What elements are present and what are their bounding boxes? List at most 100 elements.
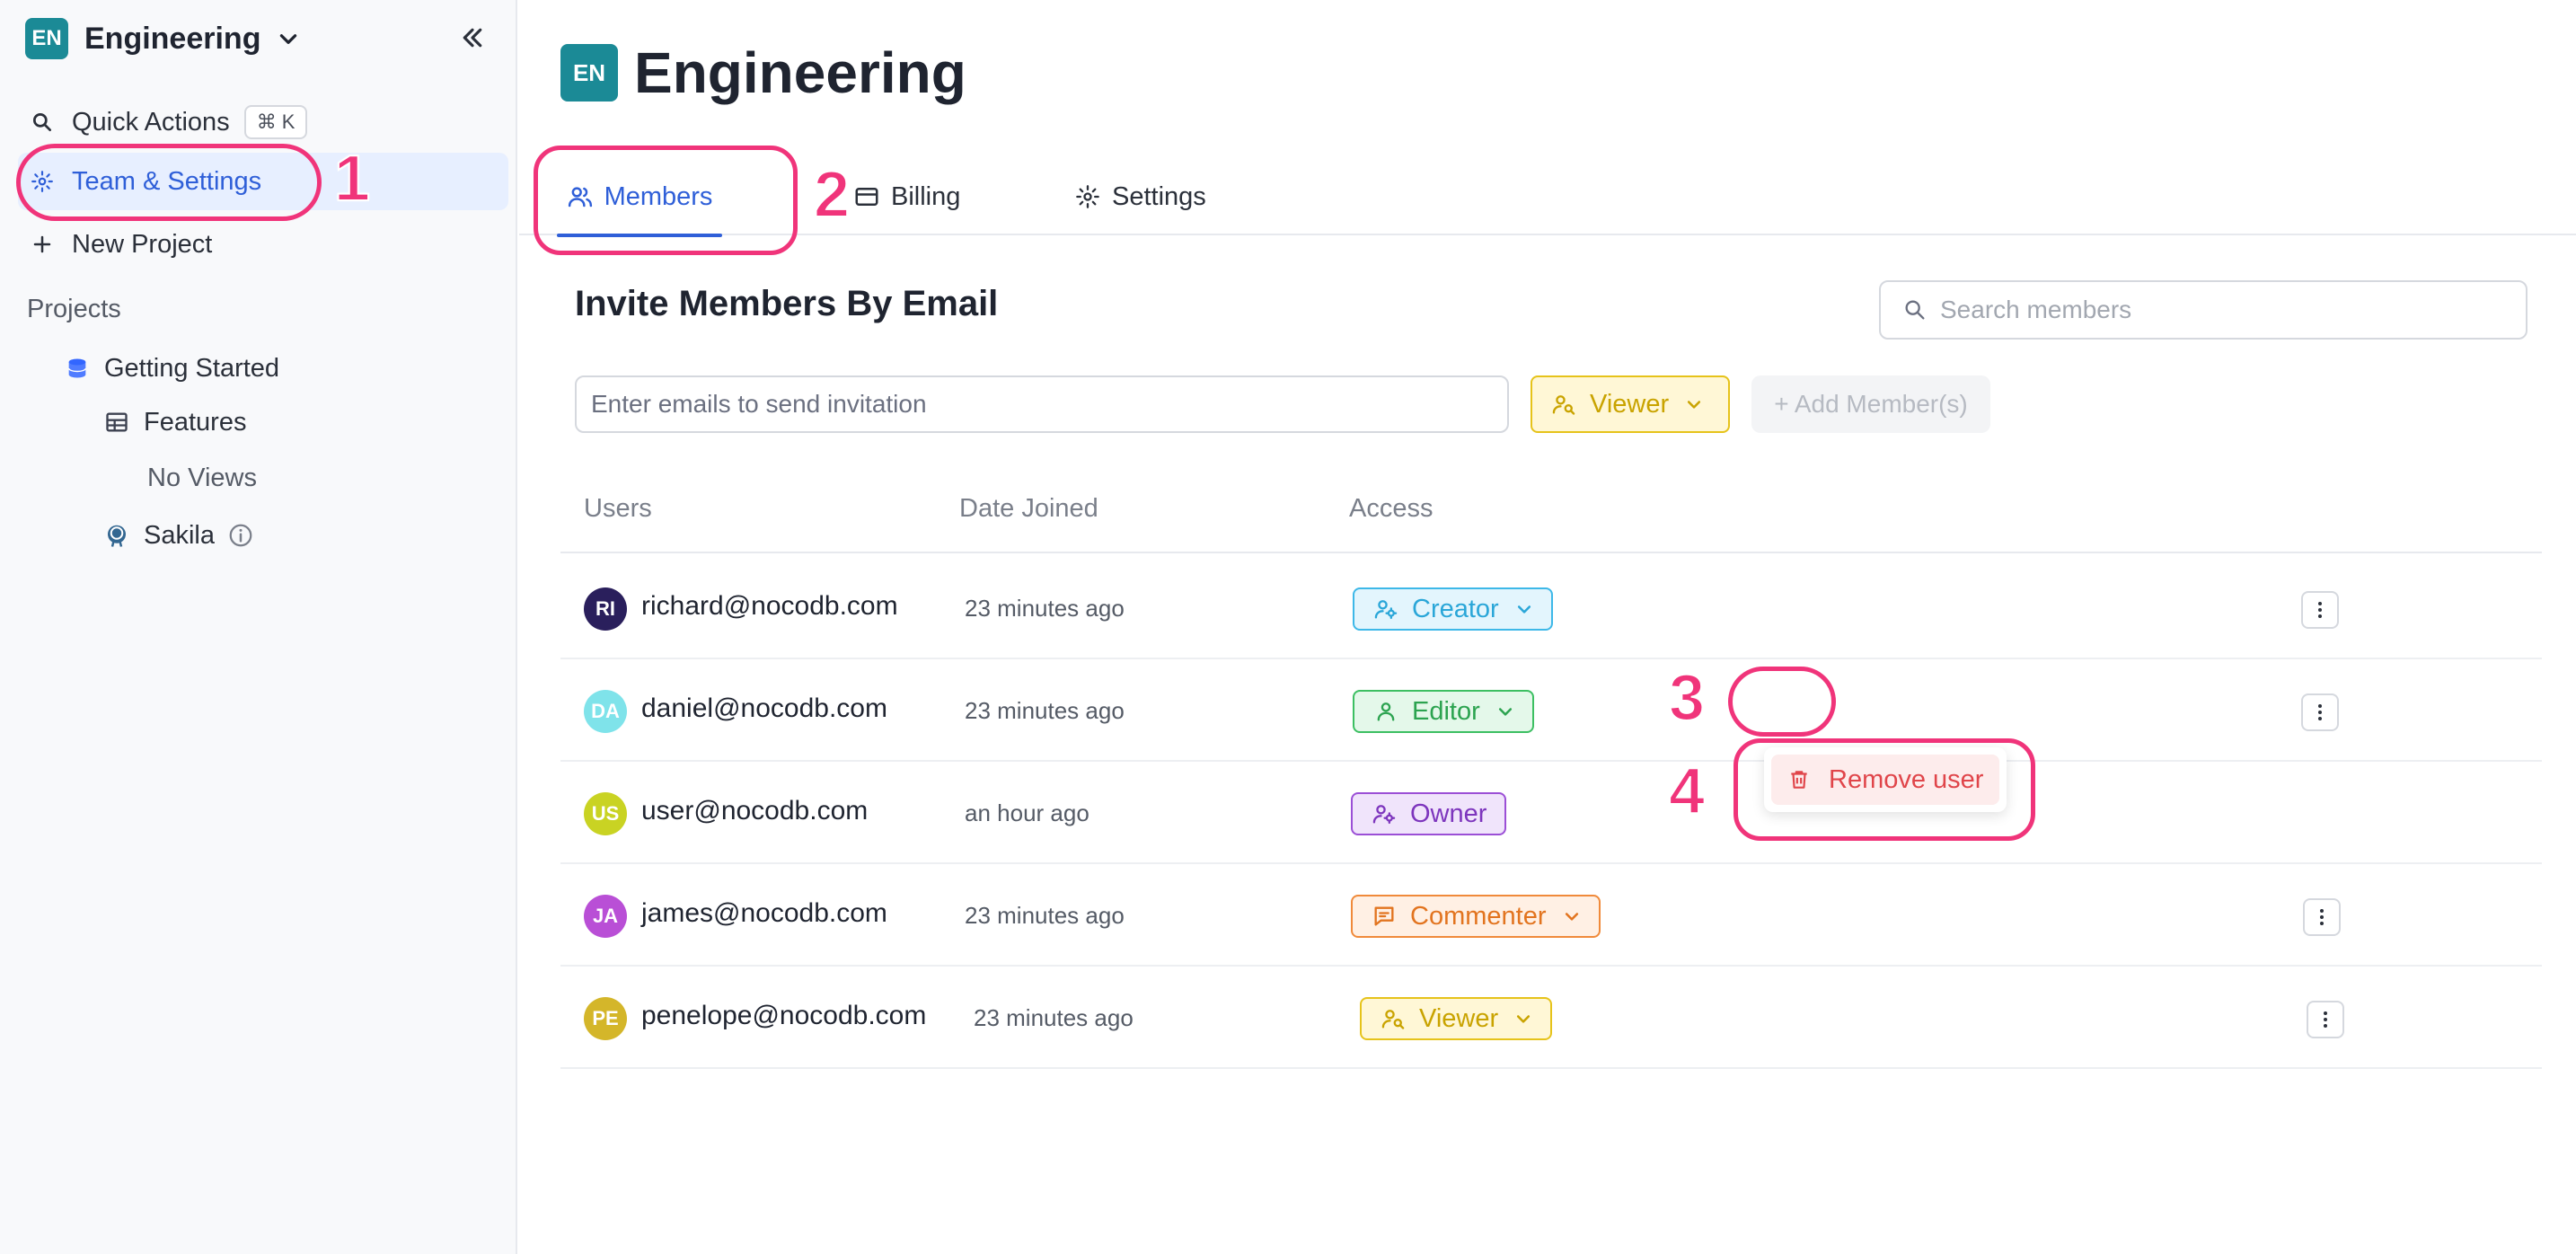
trash-icon	[1786, 766, 1813, 793]
new-project-button[interactable]: New Project	[18, 216, 508, 273]
tab-members[interactable]: Members	[557, 158, 722, 237]
chevron-down-icon	[1565, 913, 1578, 921]
projects-section-label: Projects	[27, 295, 121, 323]
team-settings-label: Team & Settings	[72, 166, 262, 196]
member-options-menu: Remove user	[1764, 747, 2007, 812]
vertical-dots-icon	[2318, 704, 2322, 720]
member-date-joined: 23 minutes ago	[965, 595, 1125, 622]
vertical-dots-icon	[2320, 909, 2324, 925]
member-email: daniel@nocodb.com	[641, 693, 887, 723]
annotation-number-2: 2	[813, 158, 851, 232]
comment-role-icon	[1371, 903, 1398, 930]
tab-billing[interactable]: Billing	[853, 158, 960, 235]
member-date-joined: an hour ago	[965, 799, 1090, 826]
remove-user-menu-item[interactable]: Remove user	[1771, 755, 1999, 805]
member-role-select[interactable]: Viewer	[1360, 997, 1553, 1040]
vertical-dots-icon	[2324, 1011, 2327, 1028]
source-sakila[interactable]: Sakila	[102, 514, 254, 557]
sidebar-item-team-settings[interactable]: Team & Settings	[18, 153, 508, 210]
table-name: Features	[144, 407, 247, 437]
new-project-label: New Project	[72, 229, 213, 259]
search-members-input[interactable]	[1940, 296, 2515, 324]
table-row: DA daniel@nocodb.com 23 minutes ago Edit…	[560, 659, 2542, 762]
table-features[interactable]: Features	[102, 401, 246, 444]
info-icon[interactable]	[227, 522, 254, 549]
member-email: richard@nocodb.com	[641, 591, 898, 621]
gear-icon	[1074, 183, 1101, 210]
more-options-button[interactable]	[2301, 693, 2339, 731]
tab-label: Settings	[1112, 181, 1206, 211]
page-header: EN Engineering	[560, 40, 966, 106]
double-chevron-left-icon	[463, 28, 482, 48]
member-date-joined: 23 minutes ago	[965, 697, 1125, 724]
member-email: user@nocodb.com	[641, 796, 869, 826]
member-role-select[interactable]: Commenter	[1351, 895, 1601, 938]
tab-label: Billing	[891, 181, 961, 211]
member-role-badge: Owner	[1351, 792, 1507, 835]
search-icon	[1905, 300, 1925, 320]
annotation-number-1: 1	[333, 142, 371, 216]
project-name: Getting Started	[104, 353, 280, 383]
shortcut-badge: ⌘ K	[243, 105, 308, 139]
member-role-label: Editor	[1412, 696, 1480, 726]
member-role-select[interactable]: Creator	[1353, 587, 1553, 631]
sidebar: EN Engineering Quick Actions ⌘ K Team & …	[0, 0, 517, 1254]
collapse-sidebar-button[interactable]	[456, 22, 489, 54]
invite-role-label: Viewer	[1590, 389, 1670, 419]
more-options-button[interactable]	[2303, 898, 2341, 936]
workspace-badge: EN	[560, 44, 618, 102]
column-header-users: Users	[584, 494, 652, 523]
quick-actions-button[interactable]: Quick Actions ⌘ K	[18, 93, 508, 151]
invite-role-select[interactable]: Viewer	[1531, 375, 1730, 433]
more-options-button[interactable]	[2301, 591, 2339, 629]
annotation-number-3: 3	[1668, 661, 1706, 735]
member-role-select[interactable]: Editor	[1353, 690, 1534, 733]
member-date-joined: 23 minutes ago	[974, 1004, 1134, 1031]
annotation-number-4: 4	[1668, 755, 1706, 828]
workspace-badge: EN	[25, 18, 68, 59]
editor-role-icon	[1372, 698, 1399, 725]
database-icon	[63, 354, 92, 383]
project-getting-started[interactable]: Getting Started	[63, 347, 279, 390]
vertical-dots-icon	[2318, 602, 2322, 618]
no-views-label: No Views	[147, 463, 257, 492]
search-members-field[interactable]	[1879, 280, 2527, 340]
avatar: RI	[584, 587, 627, 631]
invite-email-input[interactable]	[575, 375, 1509, 433]
chevron-down-icon	[1517, 605, 1531, 614]
table-icon	[102, 408, 131, 437]
member-role-label: Owner	[1410, 799, 1487, 828]
users-icon	[567, 183, 594, 210]
remove-user-label: Remove user	[1829, 764, 1984, 794]
gear-icon	[29, 168, 56, 195]
member-role-label: Commenter	[1410, 901, 1547, 931]
member-role-label: Creator	[1412, 594, 1499, 623]
chevron-down-icon	[280, 34, 297, 44]
owner-role-icon	[1371, 800, 1398, 827]
member-role-label: Viewer	[1419, 1003, 1499, 1033]
workspace-switcher[interactable]: EN Engineering	[25, 18, 300, 59]
members-table-header: Users Date Joined Access	[560, 476, 2542, 553]
member-date-joined: 23 minutes ago	[965, 902, 1125, 929]
chevron-down-icon	[1688, 401, 1701, 409]
table-row: US user@nocodb.com an hour ago Owner	[560, 762, 2542, 864]
credit-card-icon	[853, 183, 880, 210]
table-row: PE penelope@nocodb.com 23 minutes ago Vi…	[560, 967, 2542, 1069]
workspace-name: Engineering	[84, 21, 261, 56]
tab-label: Members	[604, 181, 713, 211]
more-options-button[interactable]	[2307, 1001, 2344, 1038]
column-header-date-joined: Date Joined	[959, 494, 1098, 523]
column-header-access: Access	[1349, 494, 1434, 523]
page-title: Engineering	[634, 40, 966, 105]
tab-settings[interactable]: Settings	[1074, 158, 1206, 235]
table-row: RI richard@nocodb.com 23 minutes ago Cre…	[560, 557, 2542, 659]
viewer-role-icon	[1380, 1005, 1407, 1032]
add-members-button[interactable]: + Add Member(s)	[1751, 375, 1990, 433]
postgres-icon	[102, 521, 131, 550]
source-name: Sakila	[144, 520, 215, 550]
member-email: james@nocodb.com	[641, 898, 887, 928]
search-icon	[29, 109, 56, 136]
table-row: JA james@nocodb.com 23 minutes ago Comme…	[560, 864, 2542, 967]
creator-role-icon	[1372, 596, 1399, 623]
avatar: US	[584, 792, 627, 835]
